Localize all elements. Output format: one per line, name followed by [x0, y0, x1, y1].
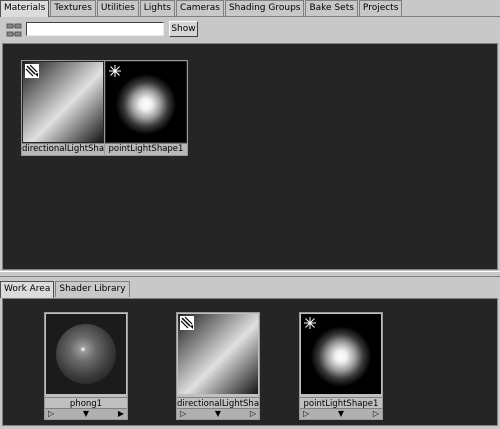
expand-arrow-icon[interactable]: ▼ — [338, 410, 344, 418]
tab-materials[interactable]: Materials — [0, 0, 50, 17]
tab-work-area[interactable]: Work Area — [0, 281, 55, 298]
output-arrow-icon[interactable]: ▷ — [373, 410, 379, 418]
input-arrow-icon[interactable]: ▷ — [303, 410, 309, 418]
filter-toolbar: Show — [0, 18, 500, 42]
tab-cameras[interactable]: Cameras — [175, 0, 224, 16]
tab-projects[interactable]: Projects — [358, 0, 403, 16]
expand-arrow-icon[interactable]: ▼ — [83, 410, 89, 418]
work-area-panel: phong1 ▷ ▼ ▶ directionalLightSha... ▷ ▼ … — [2, 298, 498, 426]
tab-shading-groups[interactable]: Shading Groups — [224, 0, 305, 16]
output-arrow-icon[interactable]: ▶ — [118, 410, 124, 418]
tab-utilities[interactable]: Utilities — [96, 0, 139, 16]
input-arrow-icon[interactable]: ▷ — [48, 410, 54, 418]
phong-thumbnail — [46, 314, 126, 394]
node-phong1[interactable]: phong1 ▷ ▼ ▶ — [44, 312, 128, 420]
workarea-tabbar: Work Area Shader Library — [0, 280, 500, 298]
tab-lights[interactable]: Lights — [139, 0, 175, 16]
swatch-label: pointLightShape1 — [105, 143, 187, 155]
pane-splitter[interactable] — [0, 271, 500, 277]
materials-panel: directionalLightSha... pointLightShape1 — [2, 43, 498, 270]
directional-light-icon — [25, 64, 39, 78]
expand-arrow-icon[interactable]: ▼ — [215, 410, 221, 418]
node-controls: ▷ ▼ ▷ — [300, 408, 382, 419]
filter-input[interactable] — [26, 22, 164, 36]
swatch-point-light[interactable]: pointLightShape1 — [104, 60, 188, 156]
tab-bake-sets[interactable]: Bake Sets — [305, 0, 358, 16]
toggle-view-icon[interactable] — [6, 22, 22, 38]
tab-shader-library[interactable]: Shader Library — [55, 281, 130, 297]
node-directional-light[interactable]: directionalLightSha... ▷ ▼ ▷ — [176, 312, 260, 420]
swatch-directional-light[interactable]: directionalLightSha... — [21, 60, 105, 156]
swatch-label: directionalLightSha... — [22, 143, 104, 155]
node-controls: ▷ ▼ ▷ — [177, 408, 259, 419]
directional-light-icon — [180, 316, 194, 330]
node-controls: ▷ ▼ ▶ — [45, 408, 127, 419]
tab-textures[interactable]: Textures — [50, 0, 96, 16]
hypershade-tabbar: Materials Textures Utilities Lights Came… — [0, 0, 500, 17]
point-light-icon — [108, 64, 122, 78]
point-light-icon — [303, 316, 317, 330]
output-arrow-icon[interactable]: ▷ — [250, 410, 256, 418]
show-button[interactable]: Show — [169, 21, 198, 37]
node-point-light[interactable]: pointLightShape1 ▷ ▼ ▷ — [299, 312, 383, 420]
input-arrow-icon[interactable]: ▷ — [180, 410, 186, 418]
